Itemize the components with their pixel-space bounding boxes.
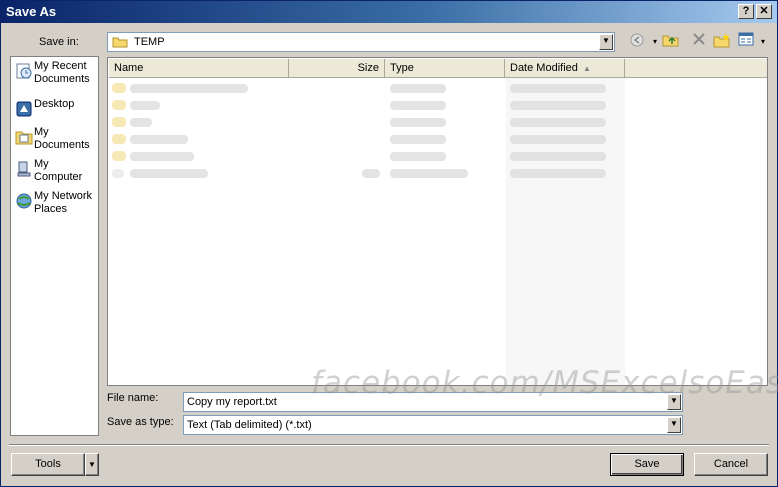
- column-header-name[interactable]: Name: [109, 59, 289, 78]
- dialog-title: Save As: [6, 4, 57, 19]
- views-dropdown-icon[interactable]: ▾: [753, 32, 773, 52]
- file-row[interactable]: [112, 165, 752, 181]
- place-label: My Recent Documents: [34, 60, 90, 85]
- file-row[interactable]: [112, 131, 752, 147]
- place-my-documents[interactable]: My Documents: [13, 126, 99, 158]
- delete-icon[interactable]: [689, 32, 709, 52]
- new-folder-icon[interactable]: [712, 32, 732, 52]
- up-folder-icon[interactable]: [661, 32, 681, 52]
- close-button[interactable]: ✕: [756, 4, 772, 19]
- file-list[interactable]: Name Size Type Date Modified ▲: [107, 57, 768, 386]
- tools-dropdown-icon[interactable]: ▼: [85, 453, 99, 476]
- back-icon[interactable]: [627, 32, 647, 52]
- help-button[interactable]: ?: [738, 4, 754, 19]
- save-button[interactable]: Save: [610, 453, 684, 476]
- place-label: Desktop: [34, 98, 75, 110]
- network-places-icon: [16, 193, 32, 209]
- desktop-icon: [16, 101, 32, 117]
- sort-ascending-icon: ▲: [583, 64, 591, 73]
- file-row[interactable]: [112, 114, 752, 130]
- place-my-computer[interactable]: My Computer: [13, 158, 99, 190]
- file-name-value: Copy my report.txt: [187, 396, 277, 408]
- watermark-text: facebook.com/MSExcelsoEasy: [311, 365, 778, 401]
- folder-icon: [112, 37, 128, 48]
- save-as-type-dropdown[interactable]: Text (Tab delimited) (*.txt) ▼: [183, 415, 683, 435]
- file-name-label: File name:: [107, 392, 159, 404]
- file-row[interactable]: [112, 97, 752, 113]
- file-row[interactable]: [112, 148, 752, 164]
- column-header-empty: [625, 59, 767, 78]
- save-as-dialog: Save As ? ✕ Save in: TEMP ▼ ▾ ▾ My Recen…: [0, 0, 778, 487]
- save-in-label: Save in:: [39, 36, 79, 48]
- save-as-type-label: Save as type:: [107, 416, 174, 428]
- save-as-type-value: Text (Tab delimited) (*.txt): [187, 419, 312, 431]
- place-my-network-places[interactable]: My Network Places: [13, 190, 99, 222]
- save-in-value: TEMP: [134, 36, 165, 48]
- column-header-date-modified[interactable]: Date Modified ▲: [505, 59, 625, 78]
- cancel-button[interactable]: Cancel: [694, 453, 768, 476]
- column-header-label: Date Modified: [510, 62, 578, 74]
- my-documents-icon: [15, 131, 33, 145]
- place-my-recent-documents[interactable]: My Recent Documents: [13, 60, 99, 92]
- place-label: My Computer: [34, 158, 83, 183]
- divider: [9, 444, 769, 446]
- my-computer-icon: [17, 161, 31, 177]
- title-bar[interactable]: Save As ? ✕: [1, 1, 777, 23]
- place-label: My Network Places: [34, 190, 93, 215]
- place-label: My Documents: [34, 126, 90, 151]
- save-in-dropdown[interactable]: TEMP ▼: [107, 32, 615, 52]
- file-row[interactable]: [112, 80, 752, 96]
- chevron-down-icon[interactable]: ▼: [667, 417, 681, 433]
- column-header-size[interactable]: Size: [289, 59, 385, 78]
- places-bar: My Recent Documents Desktop My Documents…: [10, 56, 99, 436]
- recent-documents-icon: [16, 63, 32, 79]
- column-header-type[interactable]: Type: [385, 59, 505, 78]
- tools-button[interactable]: Tools: [11, 453, 85, 476]
- chevron-down-icon[interactable]: ▼: [599, 34, 613, 50]
